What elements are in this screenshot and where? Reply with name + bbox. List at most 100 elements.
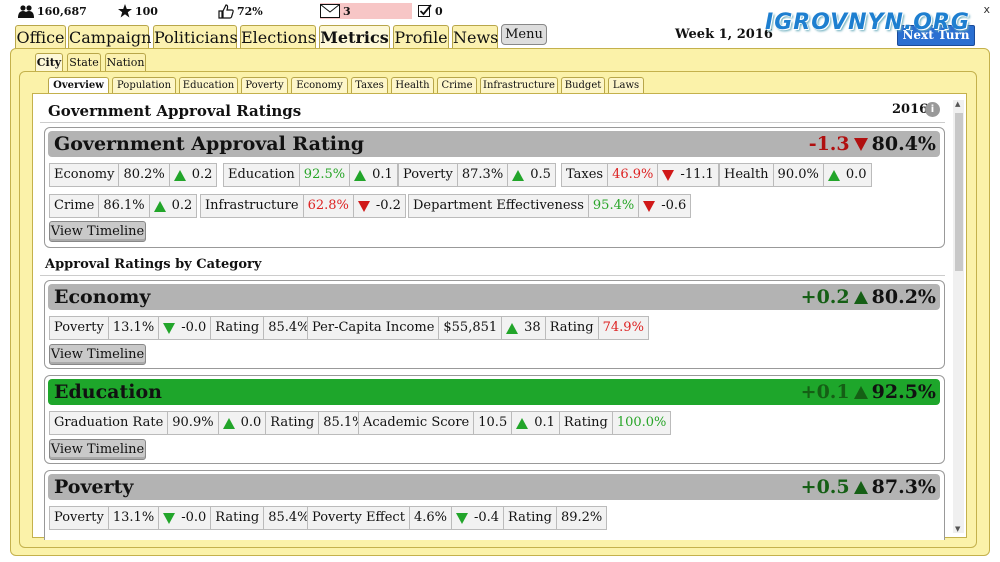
metric-value: 90.9% xyxy=(168,412,219,434)
mtab-infrastructure[interactable]: Infrastructure xyxy=(480,77,558,93)
population-value: 160,687 xyxy=(37,4,87,18)
scroll-up-icon[interactable]: ▲ xyxy=(955,100,960,108)
view-timeline-button[interactable]: View Timeline xyxy=(49,221,146,242)
population-stat: 160,687 xyxy=(18,3,87,19)
mtab-budget[interactable]: Budget xyxy=(561,77,605,93)
tab-campaign[interactable]: Campaign xyxy=(68,25,151,49)
tab-office[interactable]: Office xyxy=(15,25,66,49)
divider xyxy=(40,275,945,276)
divider xyxy=(40,122,945,123)
year-label: 2016 xyxy=(892,102,929,117)
metric-value: 62.8% xyxy=(304,195,354,217)
tasks-stat[interactable]: 0 xyxy=(418,3,443,19)
gov-approval-bar: Government Approval Rating -1.3 80.4% xyxy=(48,131,940,157)
economy-poverty-metric: Poverty 13.1% -0.0 Rating 85.4% xyxy=(49,316,315,340)
metric-value: 95.4% xyxy=(589,195,640,217)
people-icon xyxy=(18,4,34,18)
mtab-poverty[interactable]: Poverty xyxy=(241,77,288,93)
metric-delta: 0.2 xyxy=(191,167,213,182)
tab-metrics[interactable]: Metrics xyxy=(319,25,390,50)
subtab-city[interactable]: City xyxy=(35,53,63,71)
mtab-health[interactable]: Health xyxy=(391,77,434,93)
tab-profile[interactable]: Profile xyxy=(393,25,449,49)
metric-delta-cell: -0.0 xyxy=(159,317,212,339)
down-arrow-icon xyxy=(853,137,868,151)
economy-bar: Economy +0.2 80.2% xyxy=(48,284,940,310)
metric-delta: -0.0 xyxy=(181,510,207,525)
scrollbar-thumb[interactable] xyxy=(955,113,963,271)
info-icon[interactable]: i xyxy=(925,102,940,117)
metric-delta: 0.0 xyxy=(845,167,867,182)
rating-label: Rating xyxy=(546,317,599,339)
mtab-education[interactable]: Education xyxy=(179,77,238,93)
tab-news[interactable]: News xyxy=(452,25,498,49)
metric-label: Poverty Effect xyxy=(308,507,410,529)
economy-income-metric: Per-Capita Income $55,851 38 Rating 74.9… xyxy=(307,316,649,340)
mtab-crime[interactable]: Crime xyxy=(437,77,477,93)
menu-button[interactable]: Menu xyxy=(501,24,547,45)
poverty-effect-metric: Poverty Effect 4.6% -0.4 Rating 89.2% xyxy=(307,506,608,530)
metric-value: 86.1% xyxy=(99,195,150,217)
rating-value: 89.2% xyxy=(560,510,603,525)
metric-economy: Economy 80.2% 0.2 xyxy=(49,163,218,187)
subtab-state[interactable]: State xyxy=(67,53,101,71)
gov-approval-change: -1.3 xyxy=(808,133,850,155)
metric-delta: 0.1 xyxy=(372,167,393,182)
poverty-title: Poverty xyxy=(54,476,134,498)
education-academic-metric: Academic Score 10.5 0.1 Rating 100.0% xyxy=(358,411,672,435)
metric-delta: -0.6 xyxy=(661,198,687,213)
tab-politicians[interactable]: Politicians xyxy=(153,25,238,49)
subtab-nation[interactable]: Nation xyxy=(105,53,146,71)
metric-taxes: Taxes 46.9% -11.1 xyxy=(561,163,719,187)
metric-delta: -0.2 xyxy=(375,198,401,213)
mtab-laws[interactable]: Laws xyxy=(608,77,644,93)
education-grad-metric: Graduation Rate 90.9% 0.0 Rating 85.1% xyxy=(49,411,370,435)
rating-value: 74.9% xyxy=(602,320,644,335)
poverty-value: 87.3% xyxy=(871,476,936,498)
metric-value: 87.3% xyxy=(458,164,509,186)
metric-value: 80.2% xyxy=(119,164,170,186)
metric-value: 90.0% xyxy=(774,164,824,186)
metric-delta: 0.2 xyxy=(171,198,193,213)
metric-value: 4.6% xyxy=(410,507,452,529)
rating-label: Rating xyxy=(266,412,320,434)
metric-label: Taxes xyxy=(562,164,609,186)
up-arrow-icon xyxy=(853,385,868,399)
metric-label: Department Effectiveness xyxy=(409,195,589,217)
mtab-overview[interactable]: Overview xyxy=(48,77,109,93)
metric-label: Poverty xyxy=(50,507,109,529)
down-arrow-icon xyxy=(662,169,675,181)
economy-change: +0.2 xyxy=(800,286,850,308)
metric-infrastructure: Infrastructure 62.8% -0.2 xyxy=(200,194,406,218)
stars-stat: 100 xyxy=(118,3,158,19)
tab-elections[interactable]: Elections xyxy=(240,25,316,49)
watermark-logo: IGROVNYN.ORG xyxy=(765,10,970,35)
education-title: Education xyxy=(54,381,162,403)
metric-delta: 0.0 xyxy=(240,415,262,430)
up-arrow-icon xyxy=(827,169,840,181)
metric-delta-cell: 38 xyxy=(502,317,546,339)
category-header: Approval Ratings by Category xyxy=(45,257,262,272)
metric-delta-cell: 0.2 xyxy=(150,195,197,217)
economy-view-timeline-button[interactable]: View Timeline xyxy=(49,344,146,365)
messages-stat[interactable]: 3 xyxy=(320,3,412,19)
education-view-timeline-button[interactable]: View Timeline xyxy=(49,439,146,460)
education-change: +0.1 xyxy=(800,381,850,403)
close-button[interactable]: x xyxy=(983,3,990,16)
metric-value: 13.1% xyxy=(109,317,160,339)
metric-delta-cell: 0.1 xyxy=(350,164,397,186)
up-arrow-icon xyxy=(853,290,868,304)
metric-delta-cell: 0.2 xyxy=(170,164,217,186)
metric-label: Per-Capita Income xyxy=(308,317,440,339)
gov-approval-title: Government Approval Rating xyxy=(54,133,365,155)
down-arrow-icon xyxy=(163,512,176,524)
down-arrow-icon xyxy=(163,322,176,334)
mtab-population[interactable]: Population xyxy=(112,77,176,93)
up-arrow-icon xyxy=(354,169,367,181)
mtab-economy[interactable]: Economy xyxy=(291,77,348,93)
scroll-down-icon[interactable]: ▼ xyxy=(955,525,960,533)
poverty-rate-metric: Poverty 13.1% -0.0 Rating 85.4% xyxy=(49,506,315,530)
mtab-taxes[interactable]: Taxes xyxy=(351,77,388,93)
down-arrow-icon xyxy=(357,200,370,212)
economy-summary: +0.2 80.2% xyxy=(801,286,936,308)
